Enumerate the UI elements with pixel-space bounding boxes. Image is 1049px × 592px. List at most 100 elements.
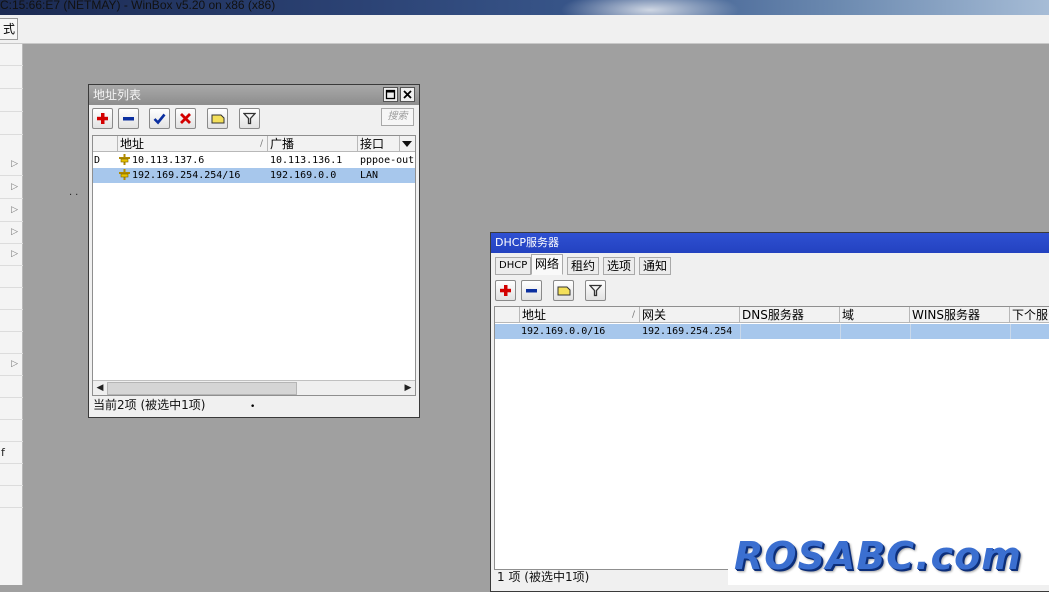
menu-item[interactable]: ▷ (0, 200, 23, 222)
menu-item[interactable] (0, 44, 23, 66)
submenu-arrow-icon: ▷ (11, 182, 18, 192)
menu-item[interactable]: ▷ (0, 244, 23, 266)
horizontal-scrollbar[interactable]: ◀ ▶ (93, 380, 415, 395)
menu-item[interactable]: f (0, 442, 23, 464)
workspace-dots: ·· (69, 190, 82, 201)
app-title-bar: C:15:66:E7 (NETMAY) - WinBox v5.20 on x8… (0, 0, 1049, 15)
address-table-header: 地址 / 广播 接口 (93, 136, 415, 152)
table-row-selected[interactable]: 192.169.0.0/16 192.169.254.254 (495, 324, 1049, 339)
plus-icon[interactable] (92, 108, 113, 129)
flag-column-header[interactable] (93, 136, 118, 152)
menu-item[interactable] (0, 376, 23, 398)
search-input[interactable]: 搜索 (381, 108, 414, 126)
watermark-logo: ROSABC.com (728, 532, 1049, 585)
submenu-arrow-icon: ▷ (11, 227, 18, 237)
column-header-dns[interactable]: DNS服务器 (740, 307, 840, 323)
sort-icon: / (631, 310, 635, 320)
restore-icon[interactable] (383, 87, 398, 102)
address-list-title-bar[interactable]: 地址列表 (89, 85, 419, 105)
dhcp-toolbar (491, 275, 1049, 305)
menu-item[interactable]: ▷ (0, 222, 23, 244)
note-icon[interactable] (553, 280, 574, 301)
menu-item[interactable]: ▷ (0, 354, 23, 376)
status-dot: • (250, 402, 256, 412)
column-header-next-server[interactable]: 下个服 (1010, 307, 1049, 323)
menu-item[interactable]: ▷ (0, 154, 23, 176)
submenu-arrow-icon: ▷ (11, 249, 18, 259)
interface-cell: LAN (360, 170, 379, 181)
scroll-left-icon[interactable]: ◀ (93, 381, 107, 395)
address-cell: 10.113.137.6 (119, 153, 267, 168)
submenu-arrow-icon: ▷ (11, 205, 18, 215)
menu-item[interactable] (0, 420, 23, 442)
domain-cell (840, 324, 910, 339)
broadcast-cell: 192.169.0.0 (270, 170, 337, 181)
column-header-wins[interactable]: WINS服务器 (910, 307, 1010, 323)
column-header-address[interactable]: 地址 / (118, 136, 268, 152)
menu-item[interactable]: ▷ (0, 177, 23, 199)
minus-icon[interactable] (521, 280, 542, 301)
column-chooser-button[interactable] (400, 136, 415, 152)
wins-cell (910, 324, 1010, 339)
address-table: 地址 / 广播 接口 D 10.113.137.6 10.113.136.1 pp… (92, 135, 416, 396)
menu-item[interactable] (0, 288, 23, 310)
dhcp-status: 1 项 (被选中1项) (497, 570, 590, 584)
app-toolbar: 式 (0, 15, 1049, 44)
ip-address-icon (119, 154, 130, 165)
dhcp-server-title: DHCP服务器 (495, 236, 560, 249)
left-menu: ▷ ▷ ▷ ▷ ▷ ▷ f (0, 44, 23, 585)
sort-icon: / (259, 139, 263, 149)
menu-item-label: f (1, 446, 5, 459)
menu-item[interactable] (0, 113, 23, 135)
column-header-broadcast[interactable]: 广播 (268, 136, 358, 152)
menu-item[interactable] (0, 310, 23, 332)
dhcp-table-header: 地址 / 网关 DNS服务器 域 WINS服务器 下个服 (495, 307, 1049, 323)
tab-leases[interactable]: 租约 (567, 257, 600, 275)
submenu-arrow-icon: ▷ (11, 159, 18, 169)
close-icon[interactable] (400, 87, 415, 102)
column-header-address[interactable]: 地址 / (520, 307, 640, 323)
flag-column-header[interactable] (495, 307, 520, 323)
address-list-status: 当前2项 (被选中1项) (93, 398, 206, 412)
column-header-gateway[interactable]: 网关 (640, 307, 740, 323)
title-bar-glow (560, 0, 740, 15)
tab-networks[interactable]: 网络 (531, 254, 564, 275)
filter-icon[interactable] (585, 280, 606, 301)
scrollbar-thumb[interactable] (107, 382, 297, 395)
address-list-toolbar: 搜索 (89, 105, 419, 133)
note-icon[interactable] (207, 108, 228, 129)
column-header-domain[interactable]: 域 (840, 307, 910, 323)
minus-icon[interactable] (118, 108, 139, 129)
table-row[interactable]: D 10.113.137.6 10.113.136.1 pppoe-out (93, 153, 415, 168)
ip-address-icon (119, 169, 130, 180)
safe-mode-button[interactable]: 式 (0, 18, 18, 40)
address-list-title: 地址列表 (93, 88, 142, 102)
menu-item[interactable] (0, 486, 23, 508)
gateway-cell: 192.169.254.254 (642, 326, 733, 337)
interface-cell: pppoe-out (360, 155, 415, 166)
submenu-arrow-icon: ▷ (11, 359, 18, 369)
address-cell: 192.169.0.0/16 (521, 326, 606, 337)
check-icon[interactable] (149, 108, 170, 129)
menu-item[interactable] (0, 464, 23, 486)
menu-item[interactable] (0, 332, 23, 354)
tab-dhcp[interactable]: DHCP (495, 257, 532, 275)
next-server-cell (1010, 324, 1049, 339)
menu-item[interactable] (0, 266, 23, 288)
table-row-selected[interactable]: 192.169.254.254/16 192.169.0.0 LAN (93, 168, 415, 183)
plus-icon[interactable] (495, 280, 516, 301)
dhcp-network-table: 地址 / 网关 DNS服务器 域 WINS服务器 下个服 192.169.0.0/… (494, 306, 1049, 570)
menu-item[interactable] (0, 67, 23, 89)
menu-item[interactable] (0, 90, 23, 112)
tab-alerts[interactable]: 通知 (639, 257, 672, 275)
tab-options[interactable]: 选项 (603, 257, 636, 275)
dhcp-server-title-bar[interactable]: DHCP服务器 (491, 233, 1049, 253)
column-header-interface[interactable]: 接口 (358, 136, 400, 152)
filter-icon[interactable] (239, 108, 260, 129)
address-cell: 192.169.254.254/16 (119, 168, 267, 183)
scroll-right-icon[interactable]: ▶ (401, 381, 415, 395)
dns-cell (740, 324, 840, 339)
address-list-window: 地址列表 搜索 地址 / 广播 接口 D 10.113.137.6 10.113… (88, 84, 420, 418)
menu-item[interactable] (0, 398, 23, 420)
cross-icon[interactable] (175, 108, 196, 129)
